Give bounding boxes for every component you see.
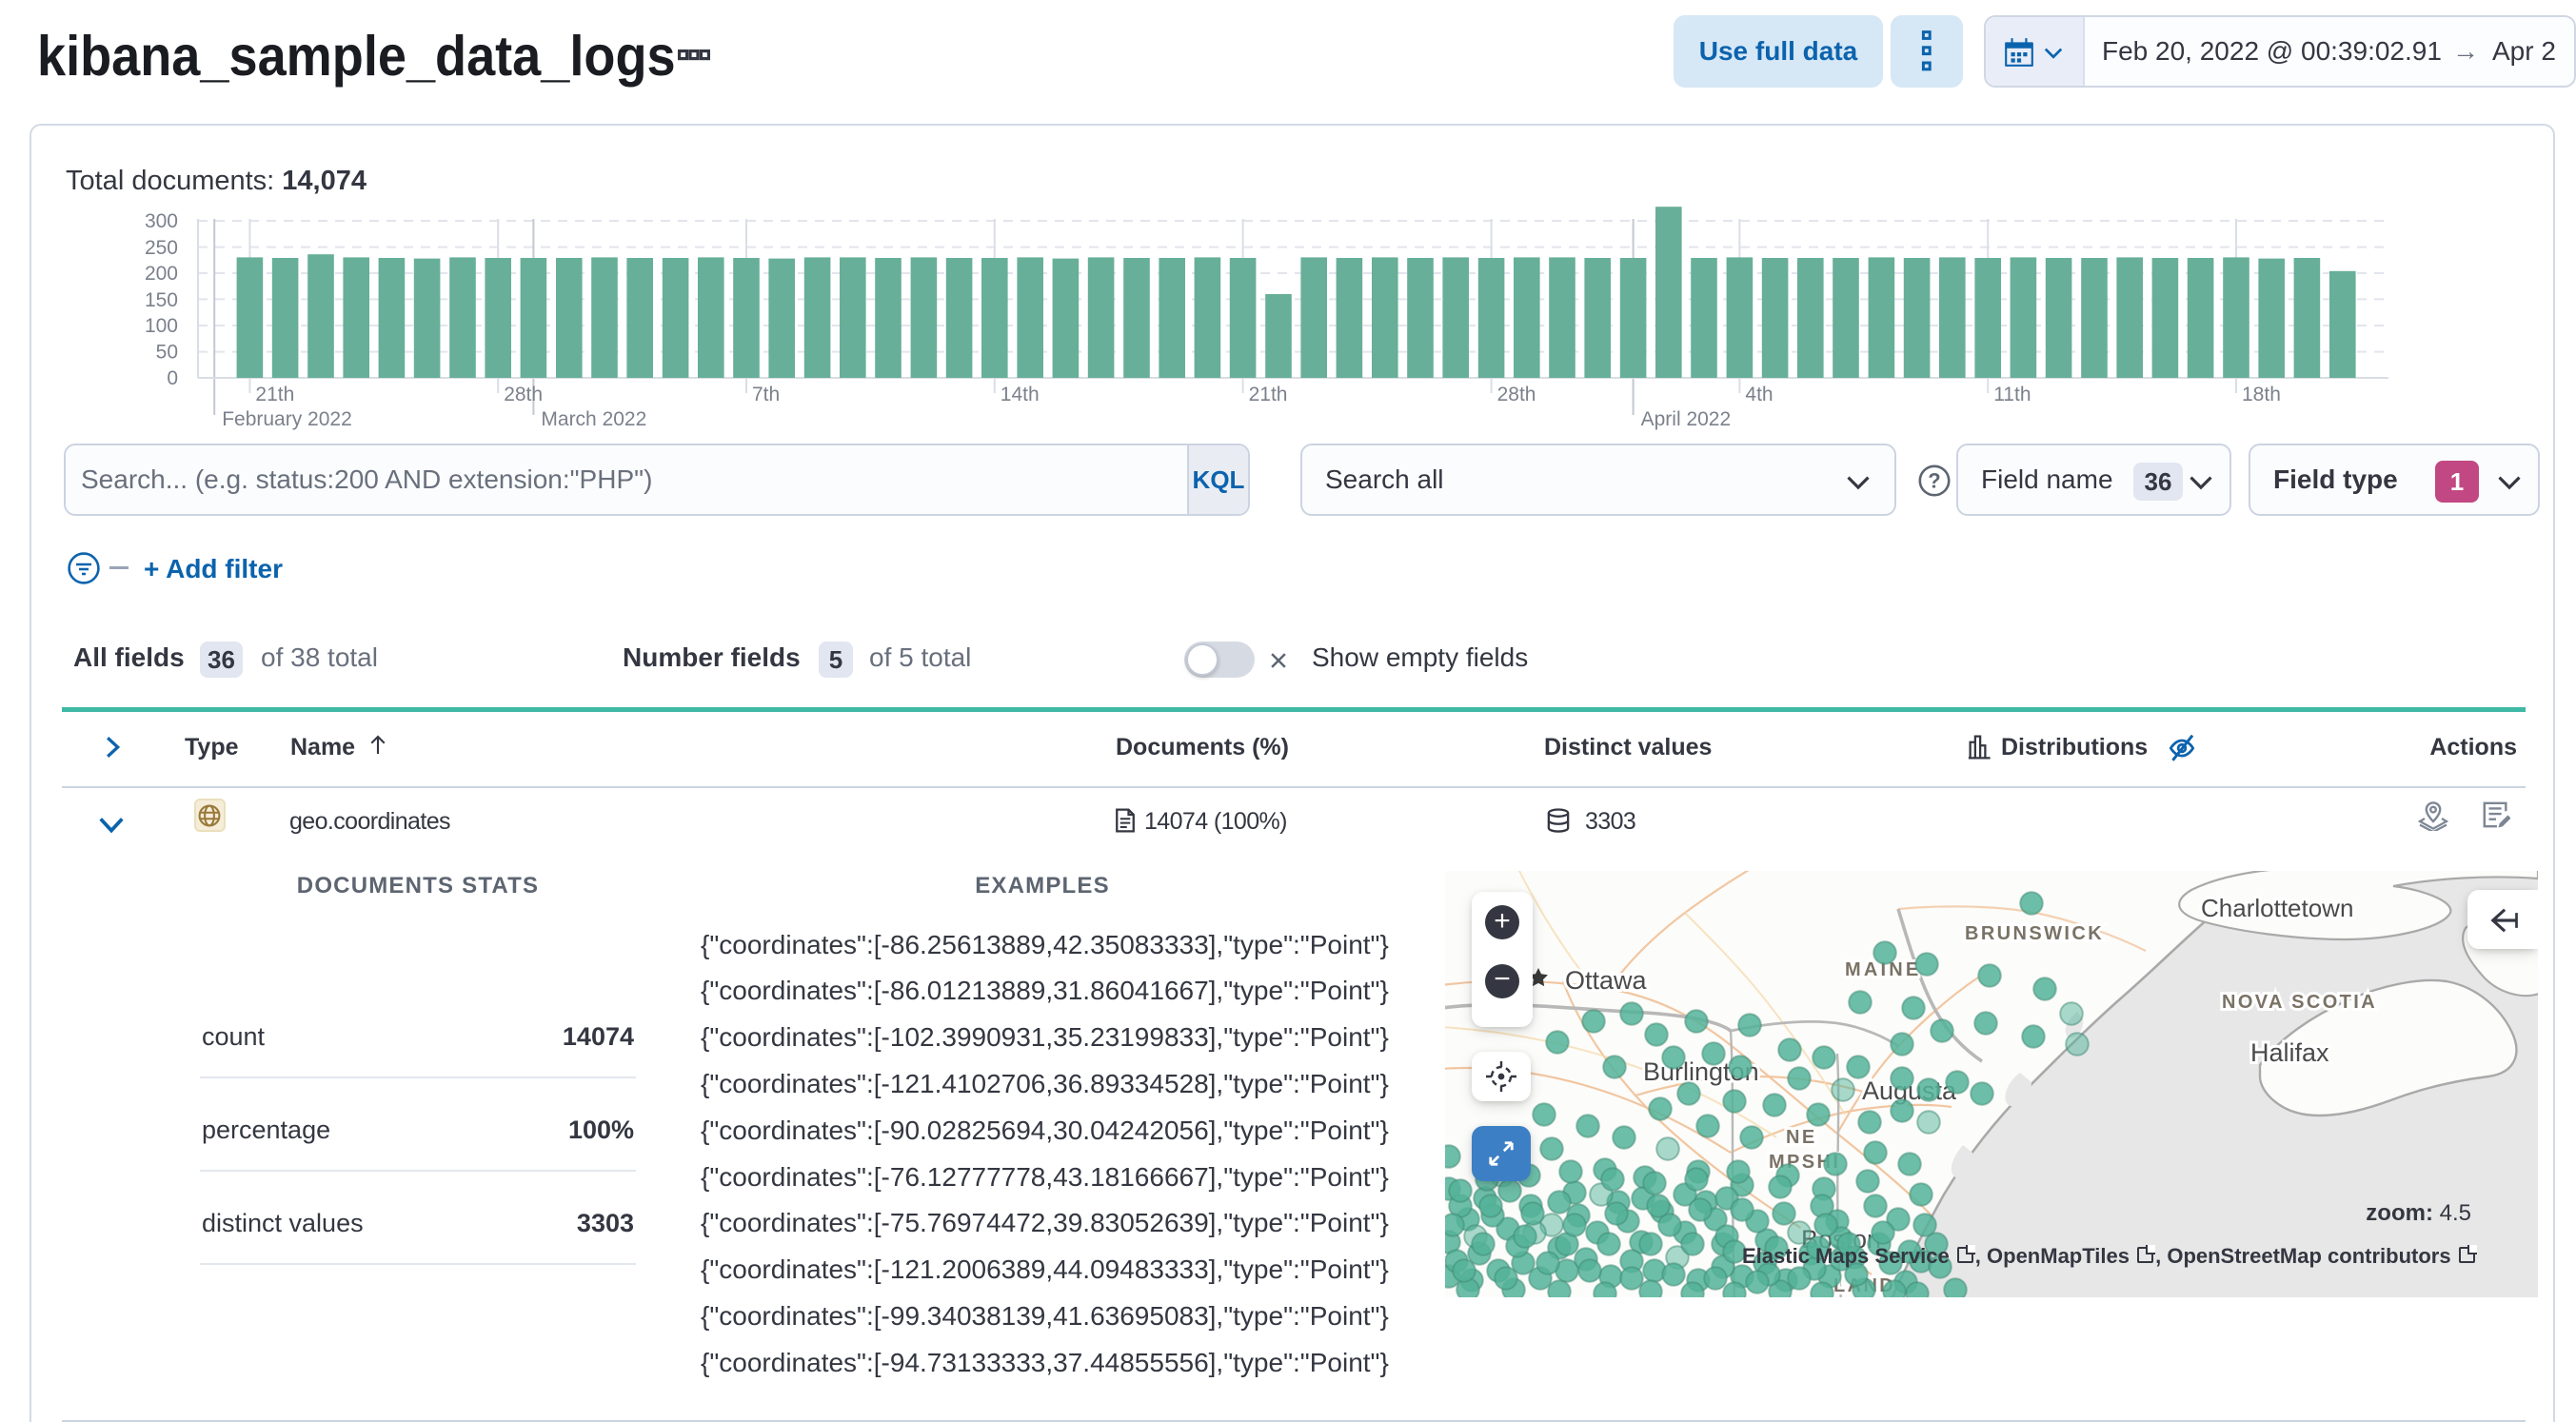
svg-text:21th: 21th [255,384,294,405]
svg-text:200: 200 [145,263,178,285]
svg-text:18th: 18th [2242,384,2281,405]
svg-text:Ottawa: Ottawa [1565,966,1648,995]
svg-text:NE: NE [1786,1127,1817,1148]
svg-text:Halifax: Halifax [2250,1038,2329,1067]
svg-text:21th: 21th [1249,384,1288,405]
svg-text:Charlottetown: Charlottetown [2201,894,2353,922]
svg-text:50: 50 [156,342,178,364]
svg-text:28th: 28th [504,384,543,405]
svg-text:0: 0 [167,367,178,389]
svg-text:BRUNSWICK: BRUNSWICK [1965,923,2104,944]
svg-text:4th: 4th [1745,384,1773,405]
svg-text:February 2022: February 2022 [222,408,352,430]
svg-text:150: 150 [145,289,178,311]
svg-text:11th: 11th [1993,384,2031,405]
svg-text:7th: 7th [752,384,780,405]
svg-text:14th: 14th [1001,384,1040,405]
svg-text:March 2022: March 2022 [541,408,646,430]
svg-text:April 2022: April 2022 [1641,408,1732,430]
svg-text:?: ? [1928,468,1940,492]
svg-text:100: 100 [145,315,178,337]
svg-text:NOVA SCOTIA: NOVA SCOTIA [2222,992,2377,1013]
svg-text:28th: 28th [1497,384,1536,405]
svg-text:300: 300 [145,210,178,232]
svg-text:250: 250 [145,237,178,259]
